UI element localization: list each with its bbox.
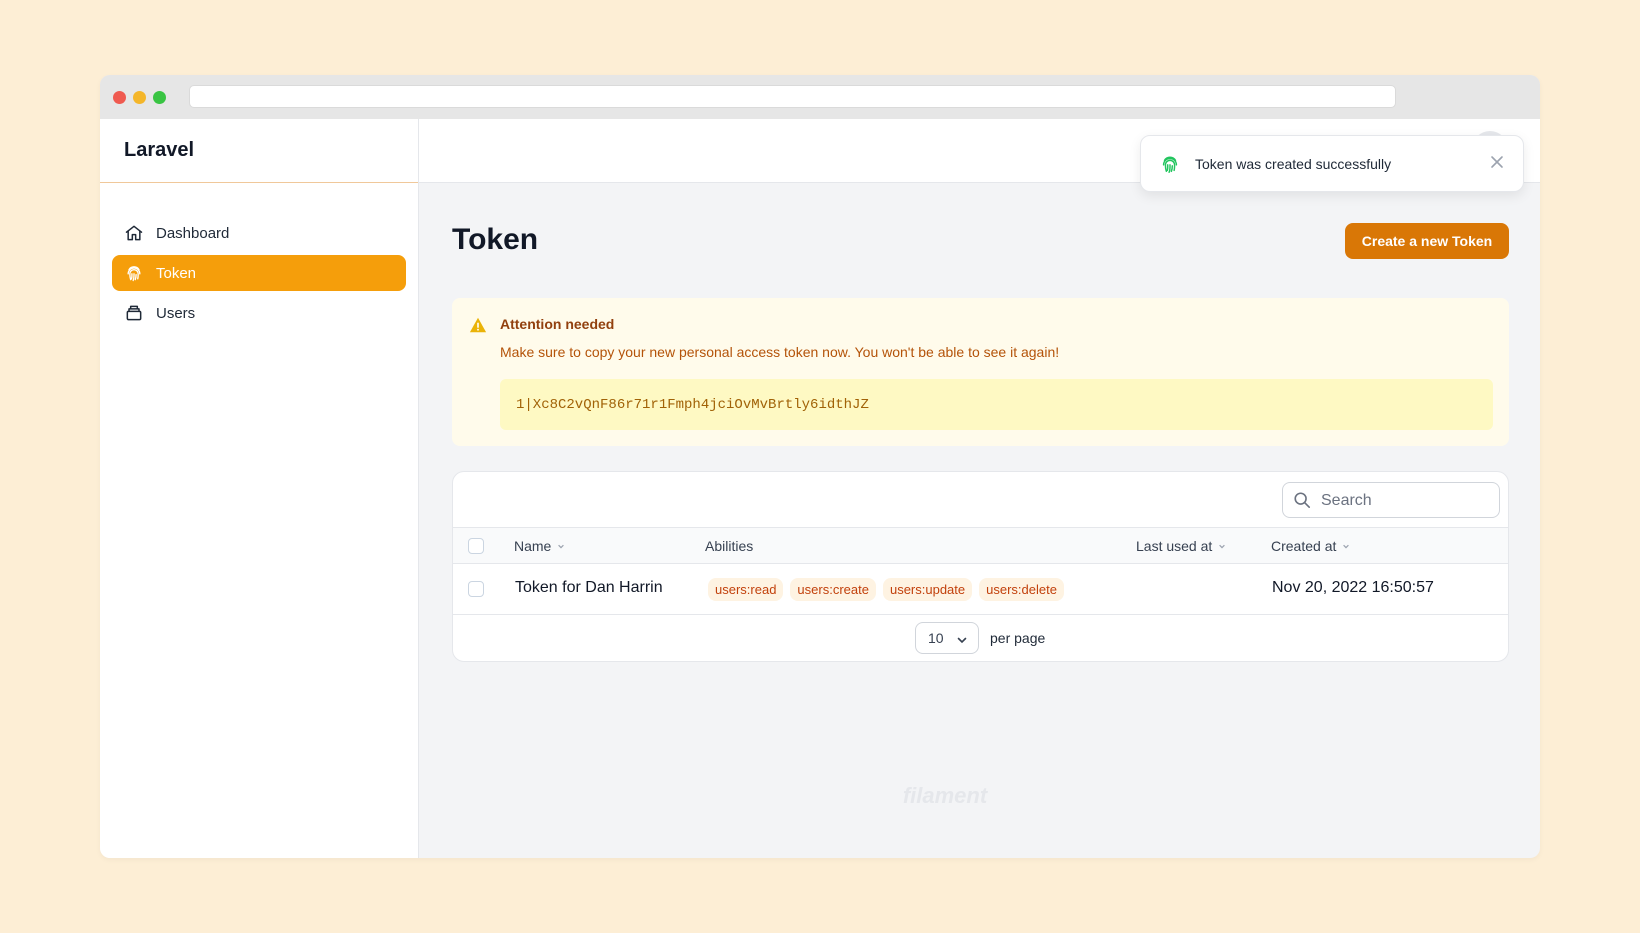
ability-badge: users:create bbox=[790, 578, 876, 601]
created-at-value: Nov 20, 2022 16:50:57 bbox=[1272, 579, 1434, 596]
success-notification: Token was created successfully bbox=[1140, 135, 1524, 192]
maximize-window-dot[interactable] bbox=[153, 91, 166, 104]
home-icon bbox=[124, 223, 144, 243]
page-title: Token bbox=[452, 223, 539, 256]
ability-badge: users:update bbox=[882, 578, 973, 601]
select-all-checkbox[interactable] bbox=[468, 538, 484, 554]
column-header-created[interactable]: Created at bbox=[1271, 538, 1352, 554]
sidebar-item-label: Users bbox=[156, 304, 196, 322]
sidebar-item-dashboard[interactable]: Dashboard bbox=[112, 215, 406, 251]
tokens-table: Name Abilities Last used at Created at bbox=[452, 471, 1509, 662]
table-row[interactable]: Token for Dan Harrin users:read users:cr… bbox=[453, 564, 1508, 615]
token-value[interactable]: 1|Xc8C2vQnF86r71r1Fmph4jciOvMvBrtly6idth… bbox=[500, 379, 1493, 430]
brand-name[interactable]: Laravel bbox=[100, 119, 418, 183]
table-toolbar bbox=[453, 472, 1508, 528]
sidebar: Laravel Dashboard Token Users bbox=[100, 119, 419, 858]
archive-icon bbox=[124, 303, 144, 323]
fingerprint-icon bbox=[124, 263, 144, 283]
ability-badge: users:read bbox=[708, 578, 784, 601]
alert-title: Attention needed bbox=[500, 316, 615, 332]
per-page-label: per page bbox=[990, 630, 1046, 646]
address-bar[interactable] bbox=[189, 85, 1396, 108]
column-label: Created at bbox=[1271, 538, 1337, 554]
close-icon[interactable] bbox=[1489, 154, 1505, 170]
column-header-abilities: Abilities bbox=[705, 538, 753, 554]
chevron-down-icon bbox=[1342, 541, 1352, 551]
alert-description: Make sure to copy your new personal acce… bbox=[500, 344, 1060, 360]
row-checkbox[interactable] bbox=[468, 581, 484, 597]
chevron-down-icon bbox=[1218, 541, 1228, 551]
sidebar-nav: Dashboard Token Users bbox=[100, 183, 418, 331]
sidebar-item-label: Dashboard bbox=[156, 224, 230, 242]
per-page-value: 10 bbox=[928, 630, 944, 646]
warning-icon bbox=[469, 316, 487, 334]
chevron-down-icon bbox=[557, 541, 567, 551]
create-token-button[interactable]: Create a new Token bbox=[1345, 223, 1509, 259]
close-window-dot[interactable] bbox=[113, 91, 126, 104]
abilities-list: users:read users:create users:update use… bbox=[708, 578, 1071, 601]
search-icon bbox=[1293, 491, 1311, 509]
pagination: 10 per page bbox=[453, 615, 1508, 661]
column-header-last-used[interactable]: Last used at bbox=[1136, 538, 1228, 554]
browser-titlebar bbox=[100, 75, 1540, 119]
token-name: Token for Dan Harrin bbox=[515, 579, 663, 596]
minimize-window-dot[interactable] bbox=[133, 91, 146, 104]
sidebar-item-label: Token bbox=[156, 264, 197, 282]
column-label: Name bbox=[514, 538, 552, 554]
search-input[interactable] bbox=[1319, 489, 1493, 513]
browser-window: Laravel Dashboard Token Users Token was … bbox=[100, 75, 1540, 858]
sidebar-item-token[interactable]: Token bbox=[112, 255, 406, 291]
column-label: Last used at bbox=[1136, 538, 1213, 554]
column-header-name[interactable]: Name bbox=[514, 538, 567, 554]
table-header: Name Abilities Last used at Created at bbox=[453, 528, 1508, 564]
filament-logo: filament bbox=[902, 783, 988, 808]
notification-message: Token was created successfully bbox=[1195, 155, 1392, 172]
chevron-down-icon bbox=[956, 633, 968, 645]
search-field[interactable] bbox=[1282, 482, 1500, 518]
attention-alert: Attention needed Make sure to copy your … bbox=[452, 298, 1509, 446]
fingerprint-icon bbox=[1159, 153, 1181, 175]
sidebar-item-users[interactable]: Users bbox=[112, 295, 406, 331]
ability-badge: users:delete bbox=[979, 578, 1064, 601]
per-page-select[interactable]: 10 bbox=[915, 622, 979, 654]
column-label: Abilities bbox=[705, 538, 754, 554]
